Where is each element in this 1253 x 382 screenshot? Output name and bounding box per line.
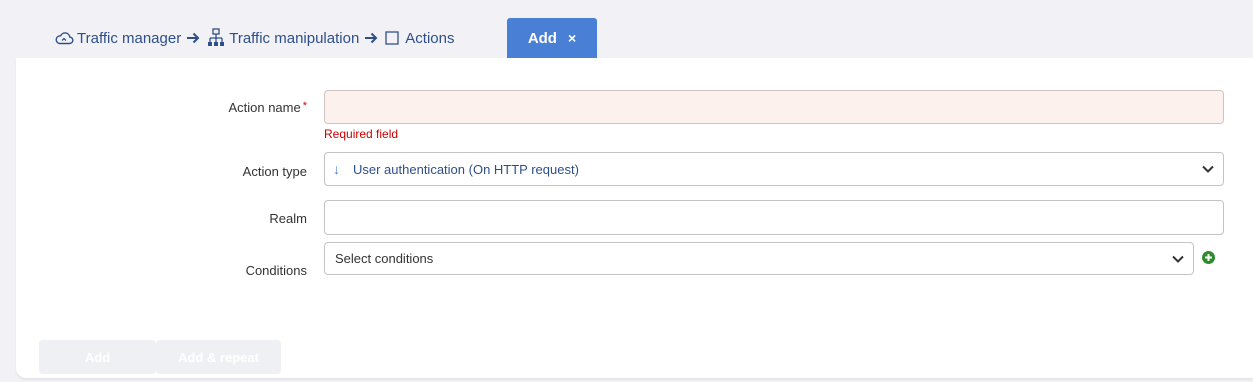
network-icon: [208, 28, 225, 46]
add-repeat-button[interactable]: Add & repeat: [156, 340, 281, 374]
add-condition-icon[interactable]: [1202, 251, 1215, 264]
action-type-label: Action type: [242, 164, 307, 179]
checkbox-icon: [385, 31, 399, 45]
arrow-right-icon: [186, 32, 200, 44]
required-marker: *: [302, 100, 307, 112]
conditions-select[interactable]: Select conditions: [324, 242, 1194, 275]
add-button[interactable]: Add: [39, 340, 156, 374]
breadcrumb: Traffic manager Traffic manipulation Act…: [54, 27, 455, 49]
form-panel: Action name * Required field Action type …: [16, 58, 1253, 378]
tab-add[interactable]: Add ×: [507, 18, 597, 58]
breadcrumb-label: Traffic manipulation: [229, 29, 360, 47]
realm-label: Realm: [269, 211, 307, 226]
top-bar: Traffic manager Traffic manipulation Act…: [0, 0, 1253, 58]
tab-label: Add: [527, 29, 557, 47]
breadcrumb-traffic-manager[interactable]: Traffic manager: [54, 30, 181, 47]
breadcrumb-traffic-manipulation[interactable]: Traffic manipulation: [206, 28, 359, 48]
chevron-down-icon: [1201, 164, 1215, 174]
arrow-down-icon: ↓: [333, 161, 340, 177]
chevron-down-icon: [1171, 254, 1185, 264]
breadcrumb-label: Actions: [405, 29, 455, 47]
breadcrumb-actions[interactable]: Actions: [384, 29, 455, 47]
cloud-icon: [55, 32, 74, 45]
arrow-right-icon: [364, 32, 378, 44]
conditions-value: Select conditions: [335, 251, 434, 266]
action-name-error: Required field: [324, 127, 399, 141]
action-type-value: User authentication (On HTTP request): [353, 161, 579, 177]
action-name-label: Action name *: [228, 100, 307, 115]
breadcrumb-label: Traffic manager: [77, 29, 182, 47]
action-name-label-text: Action name: [228, 100, 301, 115]
action-type-select[interactable]: ↓ User authentication (On HTTP request): [324, 152, 1224, 186]
action-name-input[interactable]: [324, 90, 1224, 124]
realm-input[interactable]: [324, 200, 1224, 235]
close-icon[interactable]: ×: [568, 31, 576, 45]
conditions-label: Conditions: [245, 263, 307, 278]
